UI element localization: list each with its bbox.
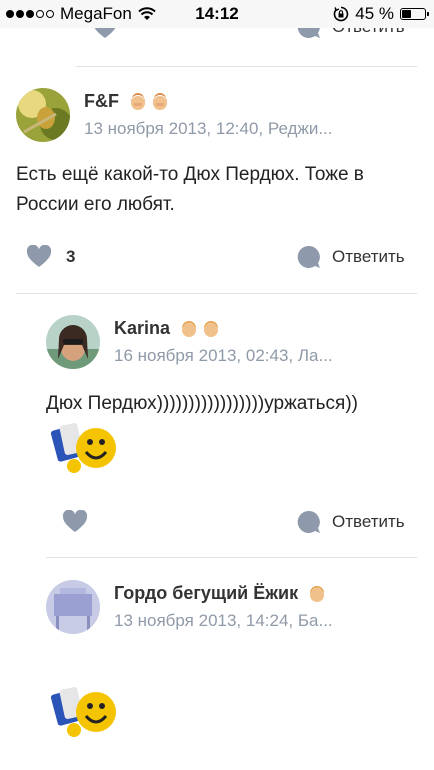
comment-author[interactable]: Karina <box>114 318 220 339</box>
like-button[interactable]: 3 <box>26 245 75 269</box>
reply-button[interactable]: Ответить <box>296 244 405 270</box>
reply-label: Ответить <box>332 247 405 266</box>
battery-icon <box>400 8 429 20</box>
rotation-lock-icon <box>333 6 349 22</box>
status-bar: MegaFon 14:12 45 % <box>0 0 434 28</box>
status-right: 45 % <box>333 4 429 24</box>
smiley-sticker <box>50 682 120 740</box>
girl-emoji-icon <box>131 92 145 110</box>
gift-badges <box>180 320 220 338</box>
previous-actions-row: Ответить <box>0 28 434 42</box>
reply-label: Ответить <box>332 28 405 37</box>
like-heart-icon <box>26 245 52 267</box>
comment-meta: 16 ноября 2013, 02:43, Ла... <box>114 346 333 365</box>
gift-badges <box>129 92 169 111</box>
comment-author[interactable]: F&F <box>84 91 169 112</box>
reply-button[interactable]: Ответить <box>296 509 405 535</box>
like-count: 3 <box>66 247 76 266</box>
battery-percent: 45 % <box>355 4 394 23</box>
reply-bubble-icon <box>297 28 320 38</box>
like-heart-icon[interactable] <box>62 510 88 534</box>
boy-emoji-icon <box>182 320 197 337</box>
reply-bubble-icon <box>297 510 320 533</box>
divider <box>46 557 417 558</box>
reply-bubble-icon <box>297 245 320 268</box>
boy-emoji-icon <box>204 320 219 337</box>
avatar[interactable] <box>16 88 70 142</box>
girl-emoji-icon <box>153 92 167 110</box>
comment-meta: 13 ноября 2013, 12:40, Реджи... <box>84 119 333 138</box>
reply-button[interactable]: Ответить <box>296 28 405 40</box>
boy-emoji-icon <box>310 585 325 602</box>
divider <box>16 293 417 294</box>
smiley-sticker <box>50 418 120 476</box>
avatar[interactable] <box>46 315 100 369</box>
avatar[interactable] <box>46 580 100 634</box>
divider <box>76 66 417 67</box>
reply-label: Ответить <box>332 512 405 531</box>
comment-author[interactable]: Гордо бегущий Ёжик <box>114 583 326 604</box>
like-heart-icon[interactable] <box>92 28 118 40</box>
gift-badges <box>308 585 326 603</box>
comment-text: Есть ещё какой-то Дюх Пердюх. Тоже в Рос… <box>16 164 364 215</box>
comment-meta: 13 ноября 2013, 14:24, Ба... <box>114 611 333 630</box>
comment-text: Дюх Пердюх)))))))))))))))))уржаться)) <box>46 393 358 414</box>
